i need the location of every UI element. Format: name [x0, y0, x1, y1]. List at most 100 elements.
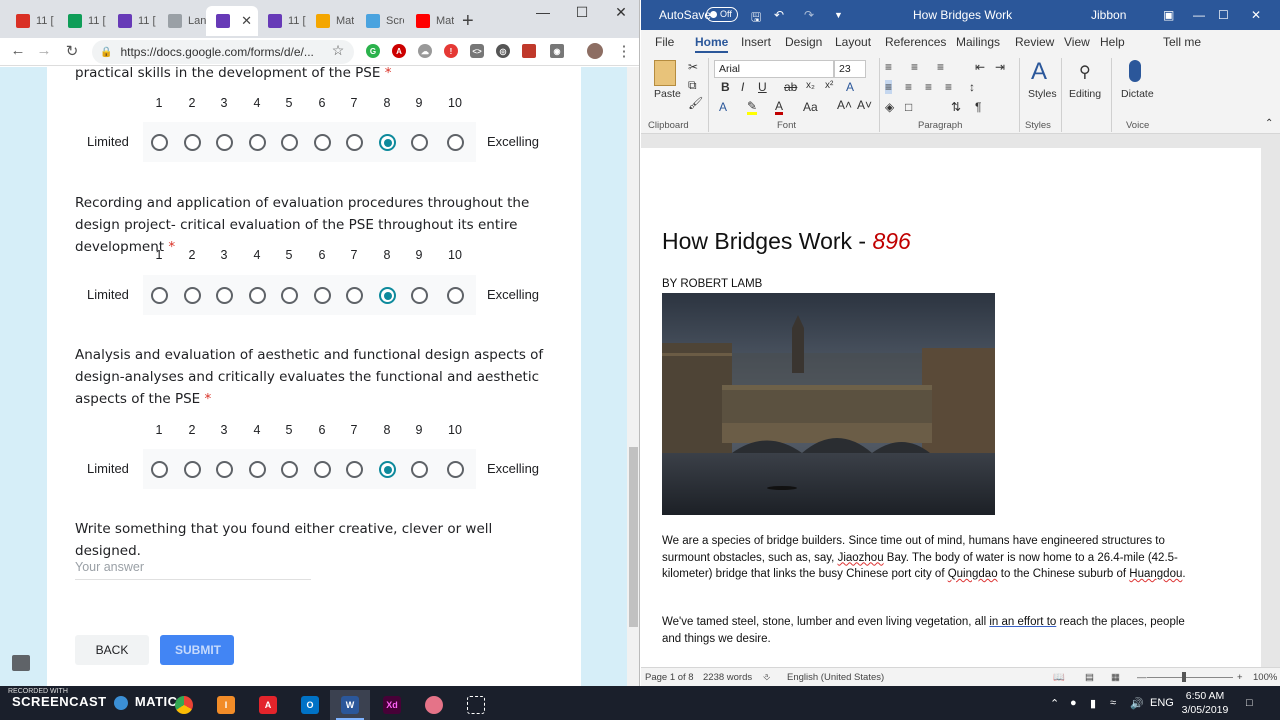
ribbon-tab-home[interactable]: Home: [695, 35, 729, 53]
browser-tab[interactable]: 11 [: [108, 6, 156, 36]
numbering-icon[interactable]: ≡: [911, 60, 918, 74]
word-maximize-button[interactable]: ☐: [1218, 8, 1229, 22]
scale-radio-3[interactable]: [216, 134, 233, 151]
taskbar-app-orange[interactable]: I: [206, 690, 246, 720]
wifi-icon[interactable]: ≈: [1110, 697, 1116, 709]
scale-radio-3[interactable]: [216, 287, 233, 304]
print-layout-icon[interactable]: ▤: [1085, 672, 1094, 683]
decrease-indent-icon[interactable]: ⇤: [975, 60, 985, 74]
redo-icon[interactable]: ↷: [804, 8, 814, 22]
scale-radio-10[interactable]: [447, 461, 464, 478]
paste-label[interactable]: Paste: [654, 88, 681, 100]
zoom-slider[interactable]: [1147, 677, 1233, 678]
word-minimize-button[interactable]: —: [1193, 8, 1205, 22]
line-spacing-icon[interactable]: ↕: [969, 80, 975, 94]
word-close-button[interactable]: ✕: [1251, 8, 1261, 22]
maximize-button[interactable]: ☐: [567, 4, 597, 21]
bookmark-star-icon[interactable]: ☆: [328, 42, 348, 59]
strikethrough-icon[interactable]: ab: [784, 80, 797, 94]
page-scrollbar[interactable]: [627, 67, 639, 686]
search-icon[interactable]: ⚲: [1079, 62, 1091, 82]
browser-tab[interactable]: Mat: [306, 6, 354, 36]
document-scrollbar[interactable]: [1267, 134, 1280, 667]
reload-icon[interactable]: ↻: [62, 42, 82, 60]
scale-radio-7[interactable]: [346, 461, 363, 478]
scrollbar-thumb[interactable]: [629, 447, 638, 627]
scale-radio-2[interactable]: [184, 287, 201, 304]
microphone-icon[interactable]: [1129, 60, 1141, 82]
scale-radio-4[interactable]: [249, 461, 266, 478]
scale-radio-2[interactable]: [184, 134, 201, 151]
ribbon-tab-layout[interactable]: Layout: [835, 35, 871, 49]
highlight-icon[interactable]: ✎: [747, 100, 758, 115]
scale-radio-8[interactable]: [379, 134, 396, 151]
subscript-icon[interactable]: x₂: [806, 80, 815, 91]
show-marks-icon[interactable]: ¶: [975, 100, 981, 114]
close-tab-icon[interactable]: ✕: [241, 13, 252, 29]
taskbar-snip[interactable]: [456, 690, 496, 720]
sort-icon[interactable]: ⇅: [951, 100, 961, 114]
code-extension-icon[interactable]: <>: [470, 44, 484, 58]
language-status[interactable]: English (United States): [787, 672, 884, 683]
align-center-icon[interactable]: ≡: [905, 80, 912, 94]
bridge-photo[interactable]: [662, 293, 995, 515]
ribbon-tab-view[interactable]: View: [1064, 35, 1090, 49]
browser-tab[interactable]: 11 [: [58, 6, 106, 36]
italic-icon[interactable]: I: [741, 80, 744, 94]
scale-radio-7[interactable]: [346, 287, 363, 304]
bold-icon[interactable]: B: [721, 80, 730, 94]
styles-label[interactable]: Styles: [1028, 88, 1057, 100]
taskbar-chrome[interactable]: [164, 690, 204, 720]
taskbar-outlook[interactable]: O: [290, 690, 330, 720]
scale-radio-9[interactable]: [411, 287, 428, 304]
increase-indent-icon[interactable]: ⇥: [995, 60, 1005, 74]
zoom-level[interactable]: 100%: [1253, 672, 1277, 683]
address-bar[interactable]: 🔒 https://docs.google.com/forms/d/e/...: [92, 40, 354, 64]
scale-radio-8[interactable]: [379, 461, 396, 478]
scale-radio-4[interactable]: [249, 287, 266, 304]
browser-tab[interactable]: 11 [: [258, 6, 306, 36]
justify-icon[interactable]: ≡: [945, 80, 952, 94]
page-count[interactable]: Page 1 of 8: [645, 672, 694, 683]
scale-radio-6[interactable]: [314, 134, 331, 151]
scale-radio-7[interactable]: [346, 134, 363, 151]
extension-red-icon[interactable]: !: [444, 44, 458, 58]
misspelled-word[interactable]: Quingdao: [948, 568, 998, 580]
browser-tab[interactable]: Mat: [406, 6, 454, 36]
taskbar-acrobat[interactable]: A: [248, 690, 288, 720]
styles-icon[interactable]: A: [1031, 58, 1047, 86]
scale-radio-5[interactable]: [281, 461, 298, 478]
scale-radio-3[interactable]: [216, 461, 233, 478]
menu-dots-icon[interactable]: ⋮: [614, 42, 634, 60]
word-count[interactable]: 2238 words: [703, 672, 752, 683]
cloud-extension-icon[interactable]: ☁: [418, 44, 432, 58]
borders-icon[interactable]: □: [905, 100, 912, 114]
font-size-box[interactable]: 23: [834, 60, 866, 78]
proofing-icon[interactable]: ⎀: [763, 672, 771, 683]
text-effects-icon[interactable]: A: [719, 100, 727, 114]
editing-label[interactable]: Editing: [1069, 88, 1101, 100]
web-layout-icon[interactable]: ▦: [1111, 672, 1120, 683]
back-button[interactable]: BACK: [75, 635, 149, 665]
avatar[interactable]: [587, 43, 603, 59]
zoom-in-icon[interactable]: +: [1237, 672, 1243, 683]
adblock-icon[interactable]: A: [392, 44, 406, 58]
scale-radio-8[interactable]: [379, 287, 396, 304]
scale-radio-9[interactable]: [411, 461, 428, 478]
misspelled-word[interactable]: Jiaozhou: [838, 552, 884, 564]
font-name-box[interactable]: Arial: [714, 60, 834, 78]
underline-icon[interactable]: U: [758, 80, 767, 94]
camera-extension-icon[interactable]: ◉: [550, 44, 564, 58]
scale-radio-4[interactable]: [249, 134, 266, 151]
zoom-slider-thumb[interactable]: [1182, 672, 1186, 682]
ribbon-tab-mailings[interactable]: Mailings: [956, 35, 1000, 49]
browser-tab[interactable]: Lan: [158, 6, 206, 36]
scale-radio-10[interactable]: [447, 134, 464, 151]
browser-tab[interactable]: 11 [: [6, 6, 54, 36]
new-tab-button[interactable]: +: [462, 10, 474, 33]
taskbar-word[interactable]: W: [330, 690, 370, 720]
scale-radio-5[interactable]: [281, 134, 298, 151]
font-color-icon[interactable]: A: [775, 100, 784, 115]
ribbon-tab-file[interactable]: File: [655, 35, 674, 49]
align-right-icon[interactable]: ≡: [925, 80, 932, 94]
